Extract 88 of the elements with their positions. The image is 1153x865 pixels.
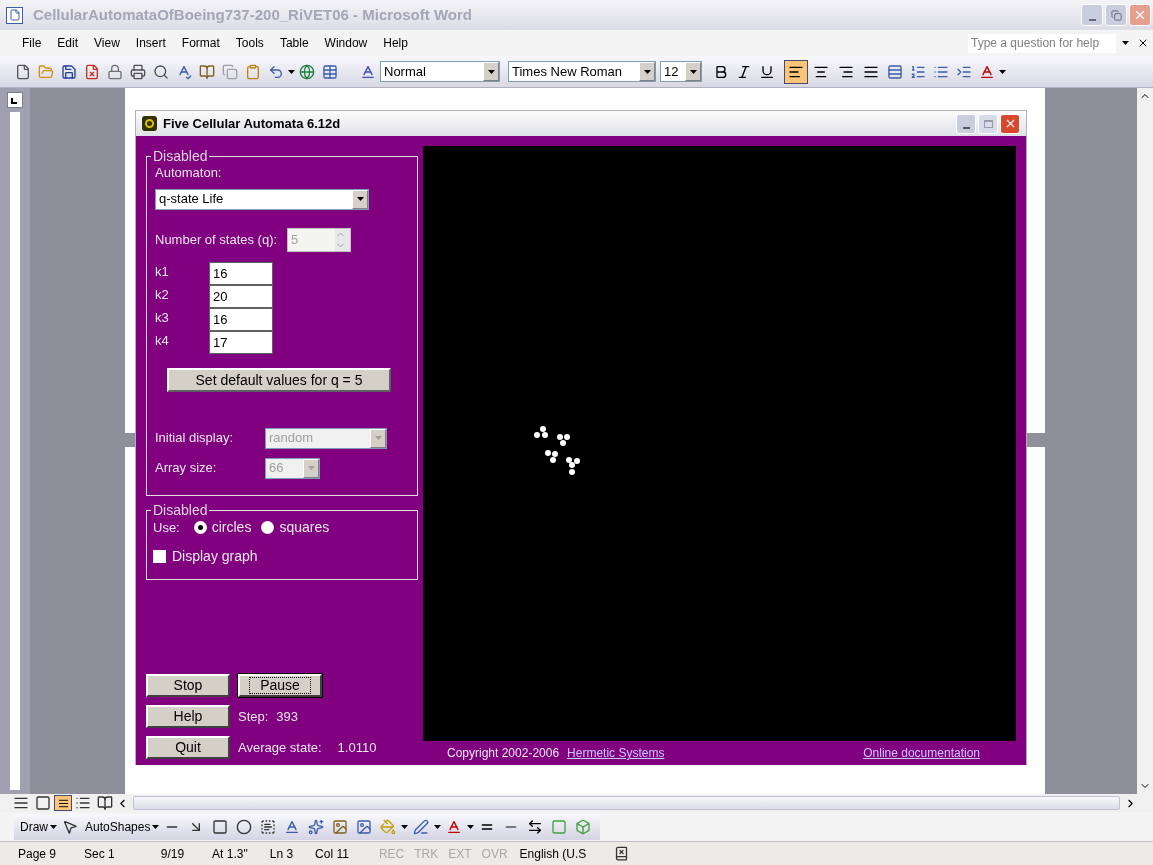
parameter-label: k2 bbox=[155, 285, 170, 304]
radio-label: circles bbox=[211, 518, 252, 537]
parameter-field[interactable]: 16 bbox=[209, 261, 273, 285]
menu-item[interactable]: Table bbox=[271, 34, 317, 52]
minimize-button[interactable] bbox=[956, 113, 976, 134]
close-button[interactable] bbox=[1000, 113, 1020, 134]
automaton-label: Automaton: bbox=[155, 164, 223, 182]
toolbar-menu[interactable]: Draw bbox=[20, 817, 48, 836]
parameter-field[interactable]: 17 bbox=[209, 330, 273, 354]
caret-icon bbox=[1122, 41, 1129, 45]
horizontal-scrollbar[interactable] bbox=[133, 796, 1120, 810]
caret-icon bbox=[307, 466, 315, 470]
dropdown[interactable]: 12 bbox=[660, 61, 702, 82]
tab-stop-icon[interactable] bbox=[7, 92, 23, 108]
vertical-scrollbar[interactable] bbox=[1137, 88, 1153, 794]
step-label: Step: bbox=[238, 707, 269, 726]
caret-icon bbox=[467, 824, 475, 829]
default-values-button[interactable]: Set default values for q = 5 bbox=[167, 367, 391, 392]
group-legend: Disabled bbox=[151, 146, 210, 167]
menu-item[interactable]: Help bbox=[375, 34, 416, 52]
radio-label: squares bbox=[279, 518, 330, 537]
menu-item[interactable]: Edit bbox=[49, 34, 87, 52]
toolbar-menu[interactable]: AutoShapes bbox=[85, 817, 151, 836]
parameter-label: k1 bbox=[155, 262, 170, 281]
company-link[interactable]: Hermetic Systems bbox=[567, 744, 665, 762]
push-button[interactable]: Pause bbox=[238, 674, 322, 697]
dropdown[interactable]: q-state Life bbox=[155, 188, 369, 210]
status-field: 9/19 bbox=[160, 844, 185, 863]
caret-icon bbox=[999, 69, 1006, 74]
average-state-label: Average state: bbox=[238, 738, 322, 757]
help-search-field[interactable]: Type a question for help bbox=[968, 33, 1116, 53]
caret-icon bbox=[374, 436, 382, 440]
caret-icon bbox=[288, 69, 295, 74]
status-field: At 1.3" bbox=[212, 844, 248, 863]
restore-icon bbox=[1110, 9, 1122, 21]
initial-display-label: Initial display: bbox=[155, 429, 235, 448]
parameter-field[interactable]: 16 bbox=[209, 307, 273, 331]
radio-button[interactable] bbox=[261, 521, 275, 534]
caret-icon bbox=[50, 824, 57, 829]
close-icon[interactable] bbox=[1137, 37, 1149, 49]
menu-item[interactable]: View bbox=[86, 34, 128, 52]
close-icon bbox=[1133, 8, 1147, 22]
documentation-link[interactable]: Online documentation bbox=[863, 744, 980, 762]
menu-item[interactable]: Tools bbox=[227, 34, 272, 52]
checkbox[interactable] bbox=[153, 550, 166, 563]
caret-icon bbox=[152, 824, 160, 829]
menu-item[interactable]: Window bbox=[316, 34, 376, 52]
status-field: Col 11 bbox=[315, 844, 349, 863]
dropdown[interactable]: Normal bbox=[380, 61, 500, 82]
spelling-status-icon bbox=[614, 846, 630, 861]
menu-item[interactable]: File bbox=[14, 34, 50, 52]
app-title: Five Cellular Automata 6.12d bbox=[163, 114, 341, 133]
cell-pattern-drawing bbox=[531, 426, 583, 476]
language-field: English (U.S bbox=[519, 844, 587, 863]
average-state-value: 1.0110 bbox=[337, 738, 377, 757]
states-label: Number of states (q): bbox=[155, 230, 278, 249]
caret-icon bbox=[689, 69, 697, 74]
align-left-icon[interactable] bbox=[784, 59, 808, 84]
status-field: Sec 1 bbox=[84, 844, 115, 863]
caret-icon bbox=[356, 197, 364, 201]
parameter-field[interactable]: 20 bbox=[209, 284, 273, 308]
menu-item[interactable]: Format bbox=[173, 34, 228, 52]
status-field: Ln 3 bbox=[269, 844, 294, 863]
menu-item[interactable]: Insert bbox=[127, 34, 174, 52]
push-button[interactable]: Quit bbox=[146, 736, 230, 759]
push-button[interactable]: Stop bbox=[146, 674, 230, 697]
array-size-label: Array size: bbox=[155, 459, 218, 478]
status-field: Page 9 bbox=[18, 844, 57, 863]
word-document-icon bbox=[6, 6, 23, 24]
caret-icon bbox=[643, 69, 651, 74]
restore-button[interactable] bbox=[1105, 4, 1127, 26]
caret-icon bbox=[401, 824, 409, 829]
radio-button[interactable] bbox=[193, 521, 207, 534]
step-value: 393 bbox=[276, 707, 299, 726]
use-label: Use: bbox=[153, 518, 180, 537]
parameter-label: k3 bbox=[155, 308, 170, 327]
parameter-label: k4 bbox=[155, 331, 170, 350]
copyright-text: Copyright 2002-2006 bbox=[447, 745, 560, 762]
dropdown[interactable]: Times New Roman bbox=[508, 61, 656, 82]
spiral-icon bbox=[142, 116, 157, 131]
minimize-button[interactable] bbox=[1081, 4, 1103, 26]
group-legend: Disabled bbox=[151, 500, 210, 521]
push-button[interactable]: Help bbox=[146, 705, 230, 728]
caret-icon bbox=[487, 69, 495, 74]
caret-icon bbox=[434, 824, 442, 829]
window-title: CellularAutomataOfBoeing737-200_RiVET06 - Microsoft Word bbox=[33, 4, 472, 25]
checkbox-label: Display graph bbox=[172, 547, 258, 566]
print-layout-icon[interactable] bbox=[54, 795, 72, 811]
